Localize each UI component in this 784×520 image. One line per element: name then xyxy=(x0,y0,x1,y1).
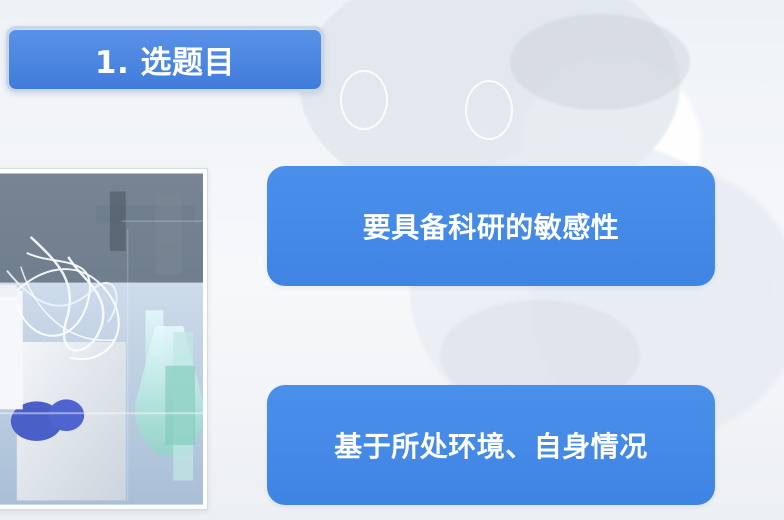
lab-photo xyxy=(0,173,203,505)
section-title: 1. 选题目 xyxy=(6,26,324,92)
lab-photo-frame xyxy=(0,168,208,510)
content-box-2-text: 基于所处环境、自身情况 xyxy=(334,430,648,463)
background-ring xyxy=(465,80,513,140)
slide: 1. 选题目 要具备科研的敏感性 基于所处环境、自身情况 xyxy=(0,0,784,520)
section-title-text: 1. 选题目 xyxy=(94,44,236,81)
content-box-1-text: 要具备科研的敏感性 xyxy=(362,211,620,244)
background-ring xyxy=(340,70,388,130)
content-box-1: 要具备科研的敏感性 xyxy=(267,166,715,286)
background-shape xyxy=(510,14,690,110)
content-box-2: 基于所处环境、自身情况 xyxy=(267,385,715,505)
